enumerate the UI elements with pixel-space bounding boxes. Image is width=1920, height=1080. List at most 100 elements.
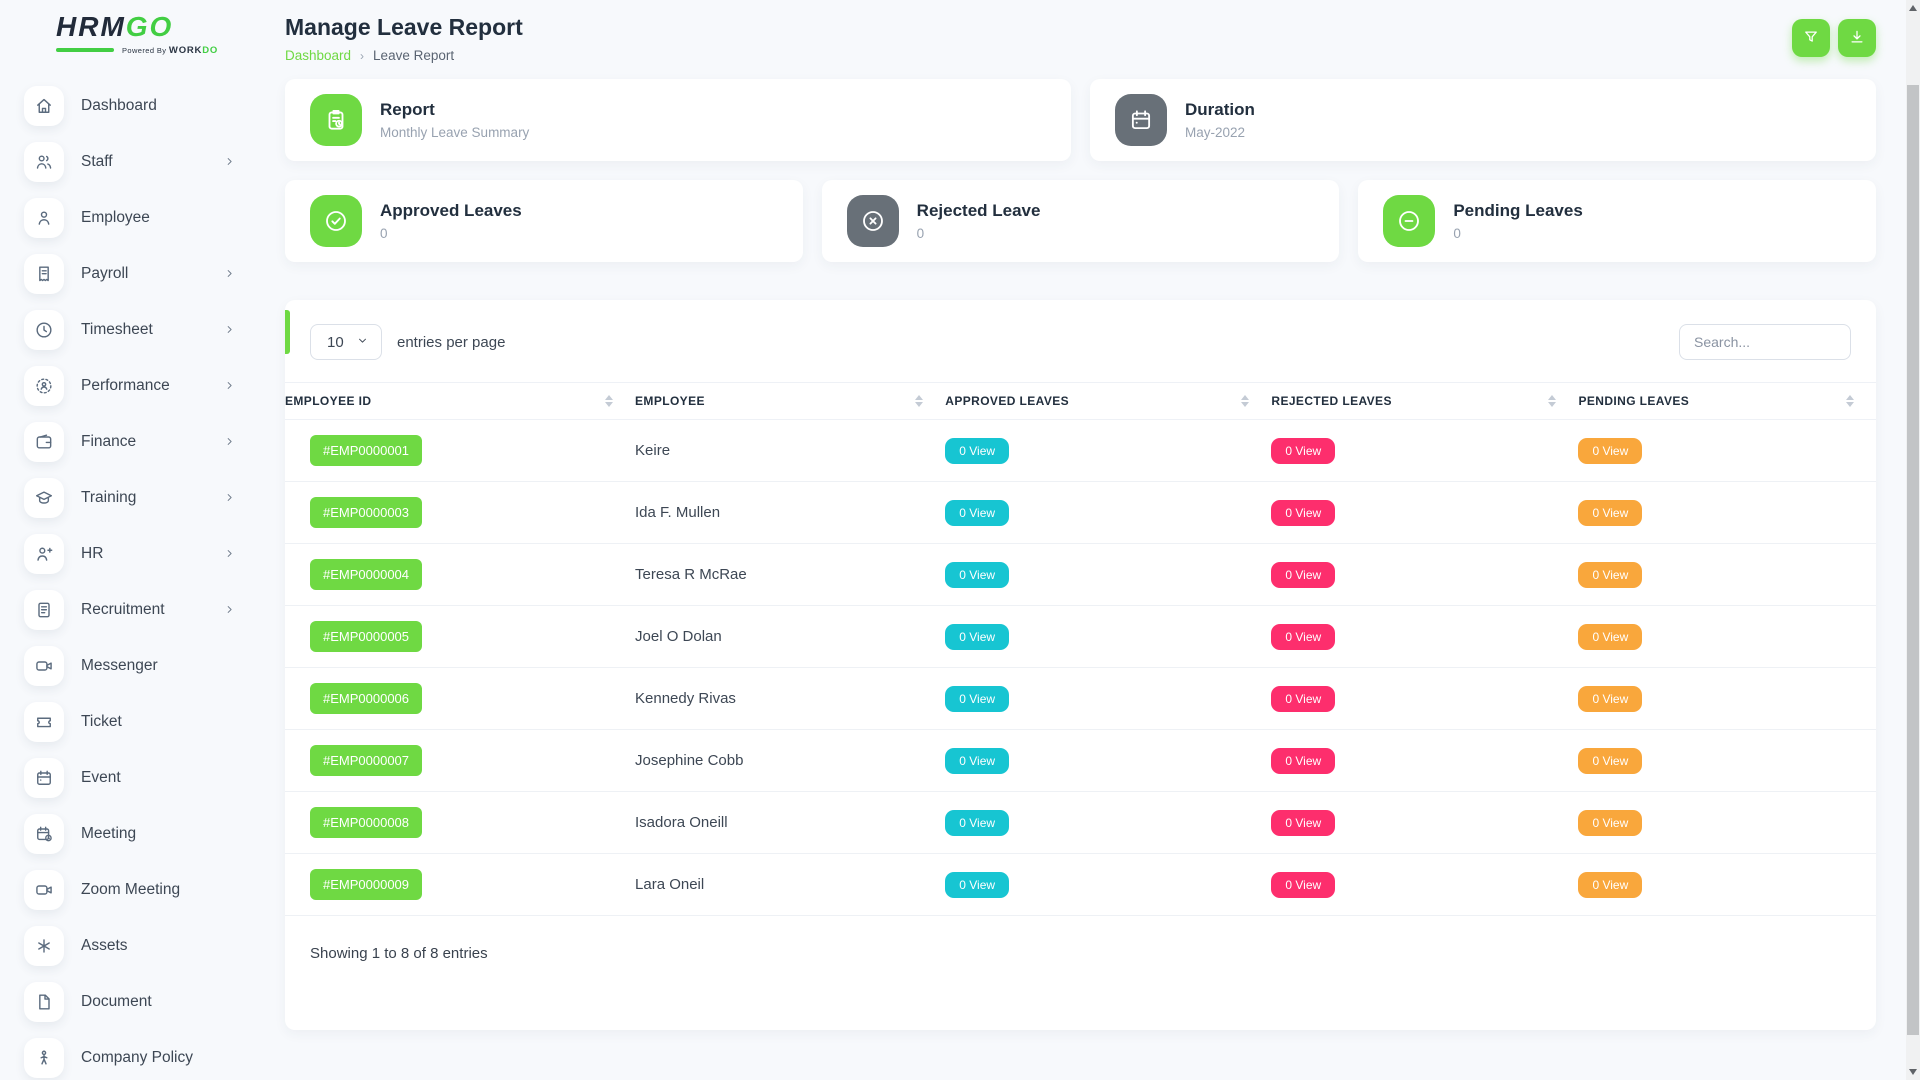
sidebar-item-ticket[interactable]: Ticket: [24, 694, 236, 750]
page-scrollbar[interactable]: [1906, 0, 1920, 1080]
sidebar-item-payroll[interactable]: Payroll: [24, 246, 236, 302]
approved-leaves-view-button[interactable]: 0 View: [945, 562, 1009, 588]
breadcrumb-current: Leave Report: [373, 48, 454, 63]
column-header-employee[interactable]: EMPLOYEE: [635, 383, 945, 419]
filter-button[interactable]: [1792, 19, 1830, 57]
sidebar-item-dashboard[interactable]: Dashboard: [24, 78, 236, 134]
table-row: #EMP0000003 Ida F. Mullen 0 View 0 View …: [285, 482, 1876, 544]
employee-id-badge: #EMP0000007: [310, 745, 422, 776]
sidebar-menu: Dashboard Staff Employee Payroll Tim: [24, 78, 285, 1080]
sidebar-item-timesheet[interactable]: Timesheet: [24, 302, 236, 358]
rejected-leaves-view-button[interactable]: 0 View: [1271, 438, 1335, 464]
approved-leaves-view-button[interactable]: 0 View: [945, 872, 1009, 898]
sidebar-item-hr[interactable]: HR: [24, 526, 236, 582]
scroll-up-arrow-icon[interactable]: [1909, 5, 1917, 11]
pending-leaves-view-button[interactable]: 0 View: [1578, 748, 1642, 774]
download-button[interactable]: [1838, 19, 1876, 57]
sidebar: HRMGO Powered By WORKDO Dashboard Staff …: [0, 0, 285, 1080]
stat-card-value: 0: [1453, 226, 1582, 241]
rejected-leaves-view-button[interactable]: 0 View: [1271, 872, 1335, 898]
entries-per-page-select[interactable]: 10: [310, 324, 382, 360]
sidebar-item-label: Meeting: [81, 825, 136, 843]
info-card-title: Report: [380, 100, 529, 120]
scrollbar-thumb[interactable]: [1907, 85, 1919, 1035]
users-icon: [24, 142, 64, 182]
pending-leaves-view-button[interactable]: 0 View: [1578, 872, 1642, 898]
brand-logo[interactable]: HRMGO Powered By WORKDO: [56, 12, 285, 56]
sidebar-item-meeting[interactable]: Meeting: [24, 806, 236, 862]
pending-leaves-view-button[interactable]: 0 View: [1578, 562, 1642, 588]
sidebar-item-assets[interactable]: Assets: [24, 918, 236, 974]
employee-id-badge: #EMP0000005: [310, 621, 422, 652]
rejected-leaves-view-button[interactable]: 0 View: [1271, 562, 1335, 588]
rejected-leaves-view-button[interactable]: 0 View: [1271, 500, 1335, 526]
graduation-cap-icon: [24, 478, 64, 518]
search-input[interactable]: [1679, 324, 1851, 360]
sidebar-item-label: Staff: [81, 153, 113, 171]
stat-card-value: 0: [917, 226, 1041, 241]
approved-leaves-view-button[interactable]: 0 View: [945, 500, 1009, 526]
brand-name-primary: HRM: [56, 11, 126, 42]
sidebar-item-company-policy[interactable]: Company Policy: [24, 1030, 236, 1080]
approved-leaves-view-button[interactable]: 0 View: [945, 624, 1009, 650]
rejected-leaves-view-button[interactable]: 0 View: [1271, 810, 1335, 836]
leave-report-table-card: 10 entries per page EMPLOYEE ID EMPLOYEE: [285, 300, 1876, 1030]
check-circle-icon: [310, 195, 362, 247]
pending-leaves-view-button[interactable]: 0 View: [1578, 500, 1642, 526]
breadcrumb-dashboard-link[interactable]: Dashboard: [285, 48, 351, 63]
sidebar-item-label: Finance: [81, 433, 136, 451]
sidebar-item-label: HR: [81, 545, 103, 563]
table-row: #EMP0000005 Joel O Dolan 0 View 0 View 0…: [285, 606, 1876, 668]
approved-leaves-view-button[interactable]: 0 View: [945, 748, 1009, 774]
page-header: Manage Leave Report Dashboard › Leave Re…: [285, 14, 1876, 63]
sidebar-item-performance[interactable]: Performance: [24, 358, 236, 414]
pending-leaves-view-button[interactable]: 0 View: [1578, 686, 1642, 712]
sidebar-item-event[interactable]: Event: [24, 750, 236, 806]
rejected-leaves-view-button[interactable]: 0 View: [1271, 624, 1335, 650]
rejected-leaves-view-button[interactable]: 0 View: [1271, 748, 1335, 774]
rejected-leaves-view-button[interactable]: 0 View: [1271, 686, 1335, 712]
stat-cards-row: Approved Leaves 0 Rejected Leave 0 Pendi…: [285, 180, 1876, 262]
column-header-employee-id[interactable]: EMPLOYEE ID: [285, 383, 635, 419]
brand-name: HRMGO: [56, 12, 285, 43]
approved-leaves-view-button[interactable]: 0 View: [945, 810, 1009, 836]
column-header-pending-leaves[interactable]: PENDING LEAVES: [1578, 383, 1876, 419]
column-header-rejected-leaves[interactable]: REJECTED LEAVES: [1271, 383, 1578, 419]
approved-leaves-view-button[interactable]: 0 View: [945, 438, 1009, 464]
sidebar-item-finance[interactable]: Finance: [24, 414, 236, 470]
minus-circle-icon: [1383, 195, 1435, 247]
sort-icon: [915, 395, 923, 407]
stat-card-title: Rejected Leave: [917, 201, 1041, 221]
employee-name: Ida F. Mullen: [635, 504, 945, 521]
info-cards-row: Report Monthly Leave Summary Duration Ma…: [285, 79, 1876, 161]
user-plus-icon: [24, 534, 64, 574]
pending-leaves-view-button[interactable]: 0 View: [1578, 438, 1642, 464]
sidebar-item-label: Training: [81, 489, 136, 507]
column-header-approved-leaves[interactable]: APPROVED LEAVES: [945, 383, 1271, 419]
approved-leaves-view-button[interactable]: 0 View: [945, 686, 1009, 712]
calendar-icon: [24, 758, 64, 798]
home-icon: [24, 86, 64, 126]
sidebar-item-employee[interactable]: Employee: [24, 190, 236, 246]
table-row: #EMP0000008 Isadora Oneill 0 View 0 View…: [285, 792, 1876, 854]
sort-icon: [605, 395, 613, 407]
sidebar-item-label: Performance: [81, 377, 170, 395]
employee-id-badge: #EMP0000009: [310, 869, 422, 900]
chevron-down-icon: [356, 334, 369, 351]
chevron-right-icon: [223, 603, 236, 616]
scroll-down-arrow-icon[interactable]: [1909, 1069, 1917, 1075]
sidebar-item-training[interactable]: Training: [24, 470, 236, 526]
sidebar-item-staff[interactable]: Staff: [24, 134, 236, 190]
pending-leaves-view-button[interactable]: 0 View: [1578, 624, 1642, 650]
table-row: #EMP0000001 Keire 0 View 0 View 0 View: [285, 420, 1876, 482]
video-camera-icon: [24, 870, 64, 910]
sidebar-item-zoom-meeting[interactable]: Zoom Meeting: [24, 862, 236, 918]
sidebar-item-document[interactable]: Document: [24, 974, 236, 1030]
sidebar-item-messenger[interactable]: Messenger: [24, 638, 236, 694]
pending-leaves-view-button[interactable]: 0 View: [1578, 810, 1642, 836]
x-circle-icon: [847, 195, 899, 247]
sidebar-item-label: Timesheet: [81, 321, 153, 339]
chevron-right-icon: [223, 267, 236, 280]
workdo-brand-label: WORK: [169, 45, 202, 56]
sidebar-item-recruitment[interactable]: Recruitment: [24, 582, 236, 638]
